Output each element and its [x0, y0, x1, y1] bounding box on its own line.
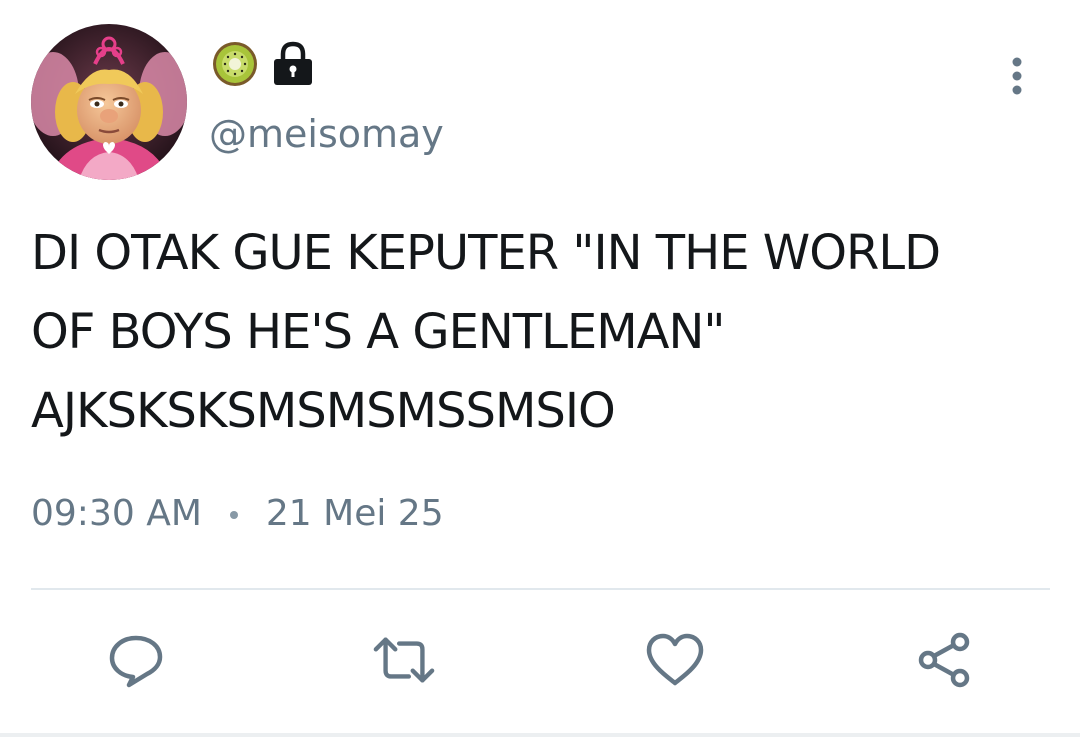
tweet-card: @meisomay DI OTAK GUE KEPUTER "IN THE WO… — [0, 0, 1080, 753]
tweet-timestamp[interactable]: 09:30 AM 21 Mei 25 — [31, 490, 444, 538]
display-name[interactable] — [210, 40, 314, 92]
like-button[interactable] — [643, 628, 707, 692]
reply-button[interactable] — [104, 628, 168, 692]
divider — [31, 588, 1050, 590]
avatar-image — [31, 24, 187, 180]
reply-icon — [109, 635, 163, 688]
bottom-divider — [0, 733, 1080, 737]
tweet-text: DI OTAK GUE KEPUTER "IN THE WORLD OF BOY… — [31, 225, 941, 439]
share-icon — [918, 632, 970, 688]
tweet-date: 21 Mei 25 — [265, 493, 444, 534]
lock-icon — [272, 41, 314, 91]
heart-icon — [646, 633, 704, 686]
retweet-icon — [373, 637, 435, 683]
kiwi-icon — [210, 39, 260, 93]
tweet-time: 09:30 AM — [31, 493, 202, 534]
more-vertical-icon — [1012, 57, 1022, 95]
more-options-button[interactable] — [996, 48, 1038, 104]
separator-dot — [229, 511, 238, 519]
avatar[interactable] — [31, 24, 187, 180]
share-button[interactable] — [912, 628, 976, 692]
retweet-button[interactable] — [372, 628, 436, 692]
user-handle[interactable]: @meisomay — [209, 110, 444, 158]
